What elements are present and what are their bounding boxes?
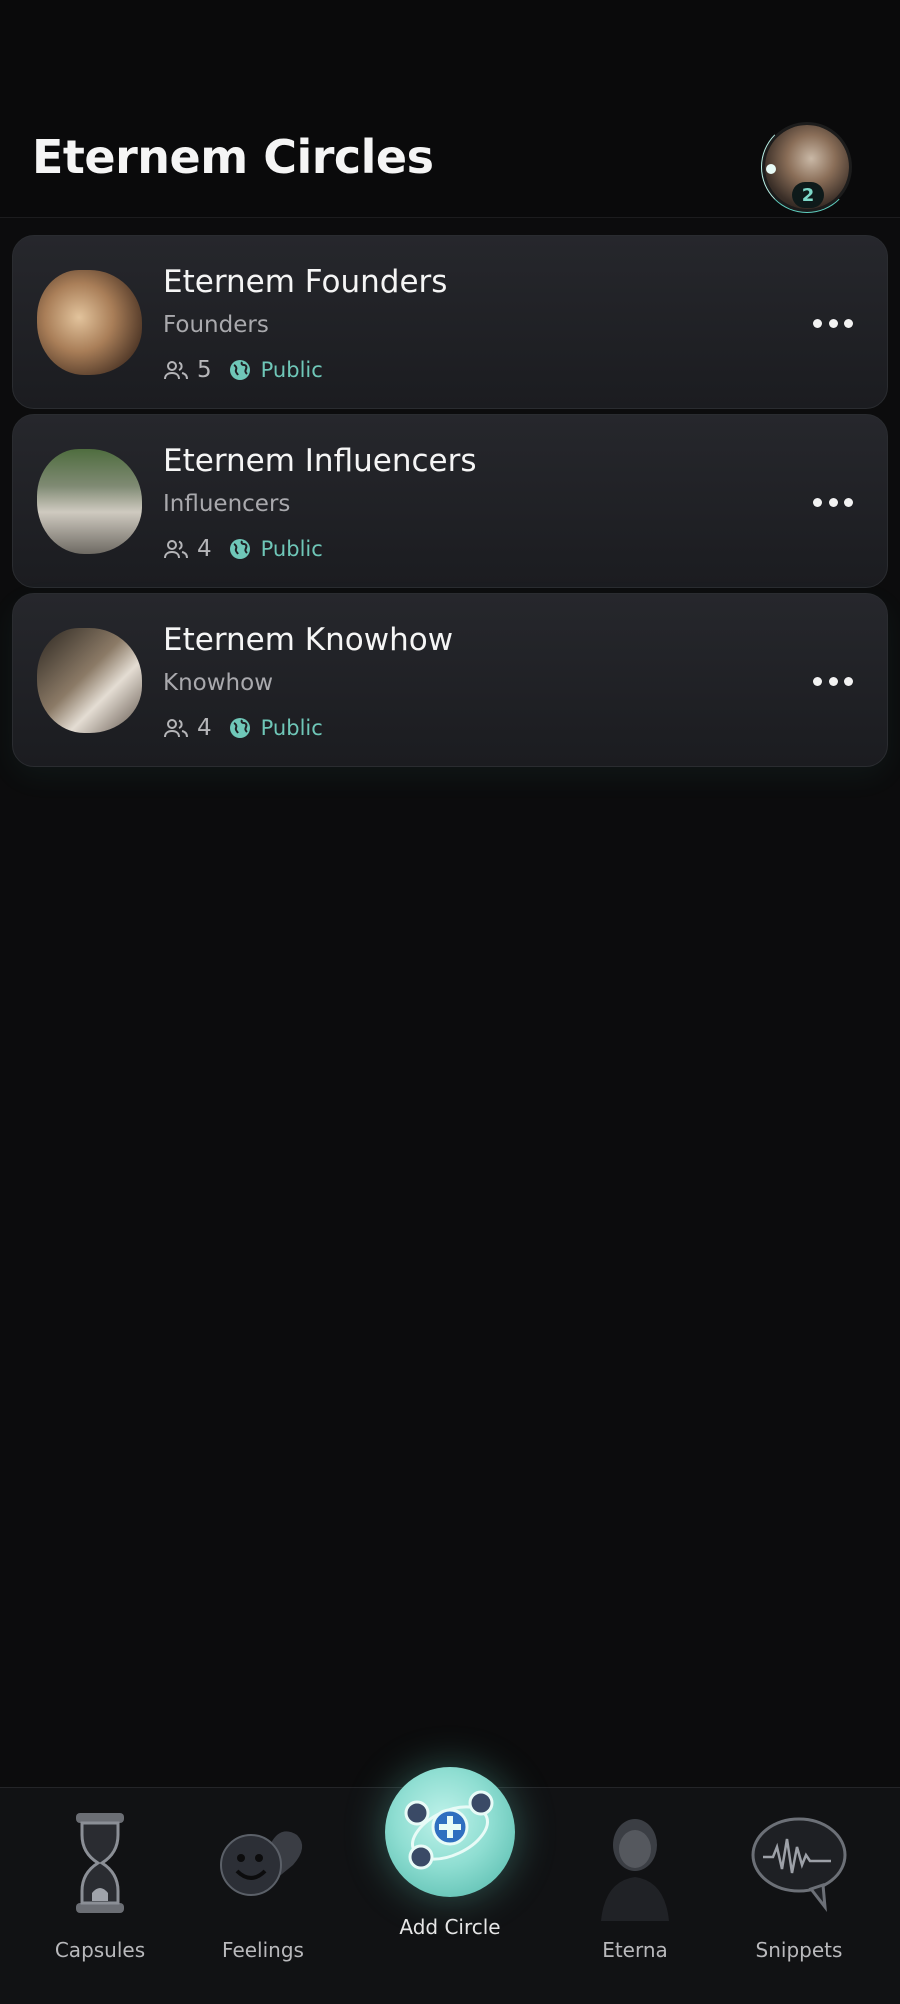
- visibility-label: Public: [260, 537, 323, 561]
- circle-subtitle: Founders: [163, 312, 269, 338]
- more-icon[interactable]: [813, 666, 853, 696]
- circle-subtitle: Knowhow: [163, 670, 274, 696]
- avatar-icon: [601, 1819, 669, 1921]
- member-count: 4: [197, 715, 212, 741]
- members-icon: [164, 361, 188, 380]
- nav-item-eterna[interactable]: Eterna: [555, 1788, 715, 2004]
- nav-label: Capsules: [54, 1938, 146, 1962]
- globe-icon: [229, 718, 250, 738]
- more-icon[interactable]: [813, 308, 853, 338]
- member-count: 5: [197, 357, 212, 383]
- nav-item-capsules[interactable]: Capsules: [20, 1788, 180, 2004]
- visibility-label: Public: [260, 358, 323, 382]
- circle-network-icon: [404, 1790, 494, 1870]
- circle-meta: 5 Public: [163, 356, 323, 384]
- heart-smiley-icon: [220, 1831, 303, 1896]
- globe-icon: [229, 539, 250, 559]
- visibility-label: Public: [260, 716, 323, 740]
- app-header: Eternem Circles 2: [0, 0, 900, 218]
- more-icon[interactable]: [813, 487, 853, 517]
- circle-list: Eternem Founders Founders 5 Public Etern…: [12, 235, 888, 772]
- circle-card[interactable]: Eternem Influencers Influencers 4 Public: [12, 414, 888, 588]
- notification-badge: 2: [792, 182, 824, 208]
- circle-meta: 4 Public: [163, 535, 323, 563]
- add-circle-button[interactable]: [385, 1767, 515, 1897]
- circle-card[interactable]: Eternem Knowhow Knowhow 4 Public: [12, 593, 888, 767]
- globe-icon: [229, 360, 250, 380]
- members-icon: [164, 540, 188, 559]
- circle-name: Eternem Founders: [163, 264, 448, 300]
- nav-item-feelings[interactable]: Feelings: [183, 1788, 343, 2004]
- circle-thumbnail: [37, 628, 142, 733]
- members-icon: [164, 719, 188, 738]
- circle-name: Eternem Influencers: [163, 443, 477, 479]
- nav-label: Feelings: [222, 1938, 304, 1962]
- hourglass-icon: [76, 1813, 124, 1913]
- nav-label: Snippets: [755, 1938, 843, 1962]
- add-circle-label: Add Circle: [399, 1915, 501, 1939]
- circle-name: Eternem Knowhow: [163, 622, 454, 658]
- circle-thumbnail: [37, 270, 142, 375]
- progress-dot: [766, 164, 776, 174]
- page-title: Eternem Circles: [32, 130, 434, 184]
- circle-subtitle: Influencers: [163, 491, 291, 517]
- speech-waveform-icon: [751, 1817, 847, 1912]
- circle-thumbnail: [37, 449, 142, 554]
- circle-meta: 4 Public: [163, 714, 323, 742]
- circle-card[interactable]: Eternem Founders Founders 5 Public: [12, 235, 888, 409]
- nav-label: Eterna: [602, 1938, 668, 1962]
- member-count: 4: [197, 536, 212, 562]
- nav-item-snippets[interactable]: Snippets: [719, 1788, 879, 2004]
